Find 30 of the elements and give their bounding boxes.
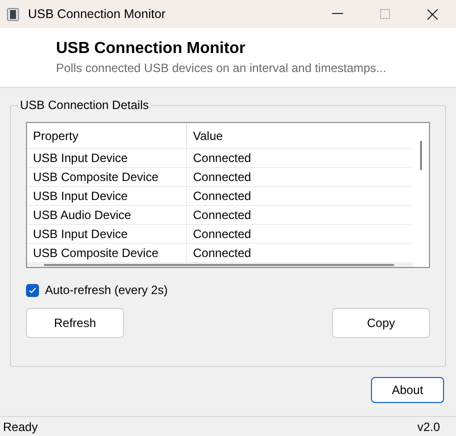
close-icon[interactable] [427, 8, 438, 20]
table-cell: USB Input Device [27, 225, 187, 243]
version-text: v2.0 [417, 418, 440, 436]
status-text: Ready [3, 418, 38, 436]
table-cell: USB Input Device [27, 149, 187, 167]
header-subtitle: Polls connected USB devices on an interval and timestamps... [56, 60, 388, 76]
table-cell-text: Connected [192, 207, 252, 224]
action-button[interactable]: Refresh [26, 308, 124, 338]
auto-refresh-label: Auto-refresh (every 2s) [45, 282, 168, 299]
table-cell-text: Connected [192, 188, 252, 205]
auto-refresh-checkbox[interactable] [26, 284, 39, 296]
header-title: USB Connection Monitor [56, 39, 246, 59]
table-cell: USB Composite Device [27, 244, 187, 262]
table-cell-text: Connected [192, 226, 252, 243]
check-icon [28, 286, 37, 294]
app-icon [7, 8, 19, 20]
table-cell-text: Connected [192, 169, 252, 186]
vertical-scrollbar[interactable] [420, 141, 422, 170]
table-cell-text: Connected [192, 245, 252, 262]
table-cell: USB Composite Device [27, 168, 187, 186]
action-button[interactable]: Copy [332, 308, 430, 338]
table-cell: USB Input Device [27, 187, 187, 205]
table-cell-text: Connected [192, 150, 252, 167]
about-button[interactable]: About [371, 377, 444, 403]
column-header[interactable]: Property [27, 123, 187, 148]
table-cell: USB Audio Device [27, 206, 187, 224]
horizontal-scrollbar[interactable] [44, 264, 394, 266]
column-header[interactable]: Value [187, 123, 413, 148]
window-title: USB Connection Monitor [28, 6, 166, 23]
minimize-icon[interactable] [332, 13, 343, 15]
